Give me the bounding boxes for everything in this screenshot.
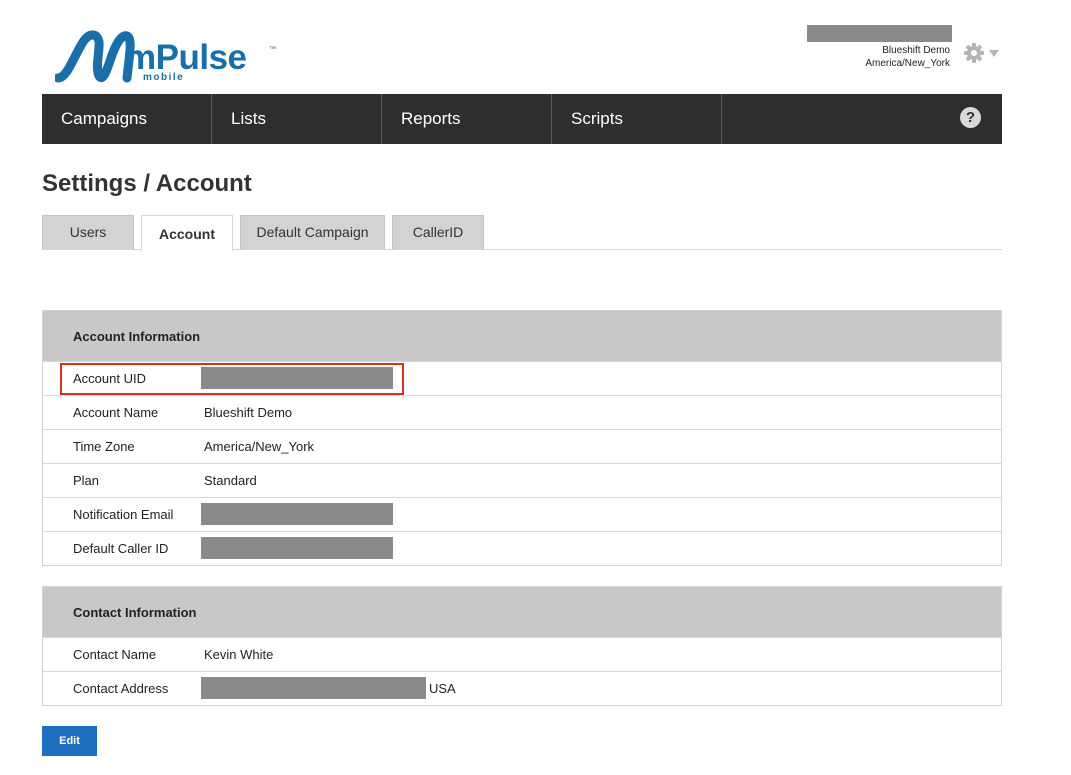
page-title: Settings / Account <box>42 170 252 197</box>
account-name-row: Account Name Blueshift Demo <box>43 395 1001 429</box>
help-icon[interactable]: ? <box>960 107 981 128</box>
settings-menu-button[interactable] <box>963 42 1001 64</box>
trademark-mark: ™ <box>269 46 276 53</box>
tab-callerid[interactable]: CallerID <box>392 215 484 250</box>
contact-name-row: Contact Name Kevin White <box>43 637 1001 671</box>
nav-item-scripts[interactable]: Scripts <box>552 94 722 144</box>
main-navbar: Campaigns Lists Reports Scripts ? <box>42 94 1002 144</box>
default-caller-id-row: Default Caller ID <box>43 531 1001 565</box>
contact-information-panel: Contact Information Contact Name Kevin W… <box>42 586 1002 706</box>
contact-address-label: Contact Address <box>73 681 169 696</box>
time-zone-row: Time Zone America/New_York <box>43 429 1001 463</box>
gear-icon <box>964 43 984 63</box>
contact-address-redacted <box>201 677 426 699</box>
mpulse-logo[interactable]: mPulse ™ mobile <box>55 28 285 86</box>
notification-email-redacted <box>201 503 393 525</box>
tab-account[interactable]: Account <box>141 215 233 251</box>
plan-value: Standard <box>204 473 257 488</box>
brand-subtitle: mobile <box>143 72 185 83</box>
account-information-heading: Account Information <box>43 311 1001 361</box>
settings-tabs: Users Account Default Campaign CallerID <box>42 215 1002 251</box>
mpulse-wave-icon <box>55 30 135 83</box>
account-uid-highlight <box>60 363 404 395</box>
plan-row: Plan Standard <box>43 463 1001 497</box>
account-name-value: Blueshift Demo <box>204 405 293 420</box>
contact-address-country: USA <box>429 681 456 696</box>
notification-email-label: Notification Email <box>73 507 174 522</box>
contact-name-value: Kevin White <box>204 647 274 662</box>
contact-name-label: Contact Name <box>73 647 157 662</box>
tab-default-campaign[interactable]: Default Campaign <box>240 215 385 250</box>
plan-label: Plan <box>73 473 100 488</box>
notification-email-row: Notification Email <box>43 497 1001 531</box>
nav-item-lists[interactable]: Lists <box>212 94 382 144</box>
time-zone-label: Time Zone <box>73 439 135 454</box>
user-account-name: Blueshift Demo <box>882 45 950 56</box>
nav-item-campaigns[interactable]: Campaigns <box>42 94 212 144</box>
nav-item-reports[interactable]: Reports <box>382 94 552 144</box>
edit-button[interactable]: Edit <box>42 726 97 756</box>
default-caller-id-label: Default Caller ID <box>73 541 169 556</box>
contact-address-row: Contact Address USA <box>43 671 1001 705</box>
account-uid-row: Account UID <box>43 361 1001 395</box>
tab-users[interactable]: Users <box>42 215 134 250</box>
default-caller-id-redacted <box>201 537 393 559</box>
user-name-redacted <box>807 25 952 42</box>
account-name-label: Account Name <box>73 405 159 420</box>
user-timezone: America/New_York <box>865 58 950 69</box>
contact-information-heading: Contact Information <box>43 587 1001 637</box>
time-zone-value: America/New_York <box>204 439 315 454</box>
account-information-panel: Account Information Account UID Account … <box>42 310 1002 566</box>
chevron-down-icon <box>989 50 999 57</box>
